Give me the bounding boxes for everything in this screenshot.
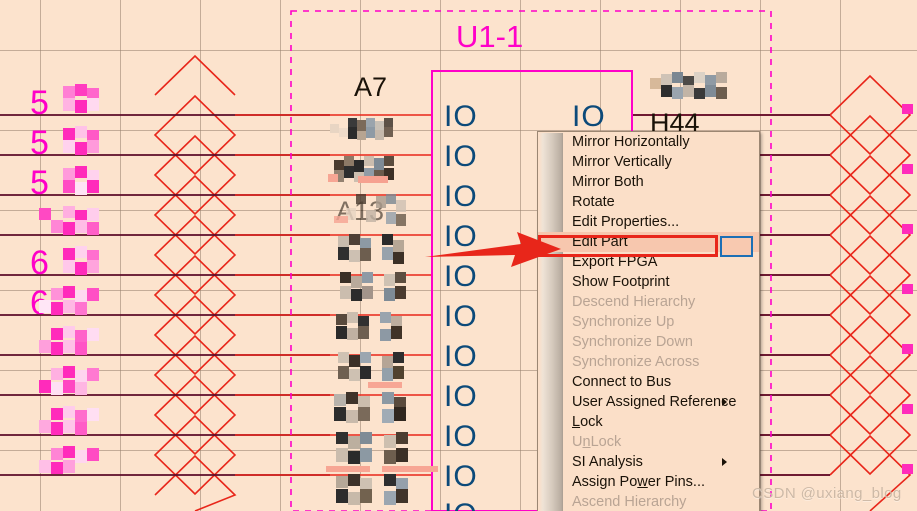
- menu-item-label: Edit Part: [572, 234, 628, 250]
- menu-item-connect-to-bus[interactable]: Connect to Bus: [538, 372, 759, 392]
- pin-type-label: IO: [444, 420, 478, 453]
- schematic-canvas[interactable]: U1-1 IO IO IO IO IO IO IO IO IO IO IO IO…: [0, 0, 917, 511]
- menu-item-label-rest: Lock: [590, 434, 622, 450]
- pin-label-censored: [336, 474, 408, 505]
- menu-item-label: Mirror Horizontally: [572, 134, 690, 150]
- menu-item-mnemonic: L: [572, 414, 581, 430]
- part-name-label[interactable]: U1-1: [456, 21, 523, 52]
- pin-label-censored: [326, 432, 438, 472]
- menu-item-synchronize-across: Synchronize Across: [538, 352, 759, 372]
- menu-item-label: User Assigned Reference: [572, 394, 737, 410]
- pin-type-label: IO: [444, 140, 478, 173]
- menu-item-label: Synchronize Across: [572, 354, 700, 370]
- annotation-arrow-icon: [425, 232, 561, 267]
- pin-label-censored: [650, 72, 727, 99]
- menu-item-label: Connect to Bus: [572, 374, 672, 390]
- menu-item-user-assigned-reference[interactable]: User Assigned Reference: [538, 392, 759, 412]
- pin-type-label: IO: [444, 380, 478, 413]
- menu-item-synchronize-down: Synchronize Down: [538, 332, 759, 352]
- pin-label-censored: [334, 392, 406, 423]
- menu-item-label-pre: Assign Po: [572, 474, 638, 490]
- menu-item-ascend-hierarchy: Ascend Hierarchy: [538, 492, 759, 511]
- menu-item-label: SI Analysis: [572, 454, 643, 470]
- menu-item-label: Show Footprint: [572, 274, 670, 290]
- menu-item-synchronize-up: Synchronize Up: [538, 312, 759, 332]
- menu-item-mirror-horizontally[interactable]: Mirror Horizontally: [538, 132, 759, 152]
- menu-item-label: Ascend Hierarchy: [572, 494, 687, 510]
- menu-item-label: Mirror Vertically: [572, 154, 672, 170]
- menu-item-label: Synchronize Down: [572, 334, 693, 350]
- net-label-censored: [902, 104, 913, 474]
- pin-label: A7: [354, 72, 388, 102]
- net-label-censored: [39, 84, 99, 474]
- menu-item-label-rest: ock: [580, 414, 603, 430]
- menu-item-edit-properties[interactable]: Edit Properties...: [538, 212, 759, 232]
- menu-item-label-rest: er Pins...: [647, 474, 705, 490]
- context-menu[interactable]: Mirror Horizontally Mirror Vertically Mi…: [537, 131, 760, 511]
- pin-type-label: IO: [444, 460, 478, 493]
- menu-item-label: Rotate: [572, 194, 615, 210]
- menu-item-rotate[interactable]: Rotate: [538, 192, 759, 212]
- pin-type-label: IO: [444, 180, 478, 213]
- menu-item-mnemonic: n: [582, 434, 591, 450]
- pin-label-censored: [336, 312, 402, 341]
- pin-type-label: IO: [444, 100, 478, 133]
- secondary-highlight-box: [720, 236, 753, 257]
- pin-label-censored: [334, 194, 406, 226]
- pin-type-label: IO: [444, 300, 478, 333]
- menu-item-mnemonic: w: [637, 474, 648, 490]
- menu-item-label: Descend Hierarchy: [572, 294, 696, 310]
- menu-item-label: Mirror Both: [572, 174, 644, 190]
- submenu-arrow-icon: [722, 458, 727, 466]
- menu-item-lock[interactable]: Lock: [538, 412, 759, 432]
- menu-item-descend-hierarchy: Descend Hierarchy: [538, 292, 759, 312]
- pin-type-label: IO: [444, 500, 478, 511]
- menu-item-show-footprint[interactable]: Show Footprint: [538, 272, 759, 292]
- menu-item-label: Edit Properties...: [572, 214, 680, 230]
- menu-item-label: Synchronize Up: [572, 314, 675, 330]
- menu-item-label: Export FPGA: [572, 254, 658, 270]
- watermark: CSDN @uxiang_blog: [752, 485, 902, 502]
- menu-item-assign-power-pins[interactable]: Assign Power Pins...: [538, 472, 759, 492]
- pin-label-censored: [330, 118, 393, 140]
- pin-type-label: IO: [572, 100, 606, 133]
- pin-label-censored: [338, 352, 404, 388]
- menu-item-mirror-both[interactable]: Mirror Both: [538, 172, 759, 192]
- menu-item-si-analysis[interactable]: SI Analysis: [538, 452, 759, 472]
- menu-item-unlock: UnLock: [538, 432, 759, 452]
- menu-item-label-pre: U: [572, 434, 583, 450]
- pin-label-censored: [340, 272, 406, 301]
- submenu-arrow-icon: [722, 398, 727, 406]
- pin-type-label: IO: [444, 340, 478, 373]
- pin-label-censored: [328, 156, 394, 183]
- menu-item-mirror-vertically[interactable]: Mirror Vertically: [538, 152, 759, 172]
